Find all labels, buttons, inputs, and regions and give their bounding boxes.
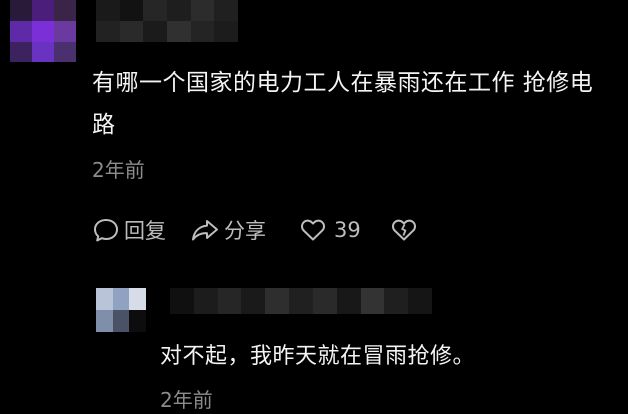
reply-username-blurred[interactable] bbox=[170, 288, 432, 314]
share-label: 分享 bbox=[224, 219, 266, 243]
like-button[interactable]: 39 bbox=[300, 218, 361, 242]
share-icon bbox=[190, 216, 224, 244]
reply-avatar[interactable] bbox=[96, 288, 146, 332]
comment-timestamp: 2年前 bbox=[92, 158, 145, 182]
heart-icon bbox=[300, 218, 334, 242]
reply-text: 对不起，我昨天就在冒雨抢修。 bbox=[160, 344, 476, 369]
comment-text: 有哪一个国家的电力工人在暴雨还在工作 抢修电路 bbox=[92, 70, 594, 138]
broken-heart-icon bbox=[391, 218, 417, 242]
comment-action-bar: 回复 分享 39 bbox=[92, 212, 417, 248]
comment-avatar[interactable] bbox=[0, 0, 76, 62]
reply-timestamp: 2年前 bbox=[160, 388, 213, 412]
dislike-button[interactable] bbox=[391, 218, 417, 242]
reply-label: 回复 bbox=[124, 219, 166, 243]
share-button[interactable]: 分享 bbox=[190, 215, 266, 245]
reply-button[interactable]: 回复 bbox=[92, 215, 166, 245]
comment-username-blurred[interactable] bbox=[96, 0, 238, 42]
like-count: 39 bbox=[334, 218, 361, 242]
reply-icon bbox=[92, 216, 124, 244]
